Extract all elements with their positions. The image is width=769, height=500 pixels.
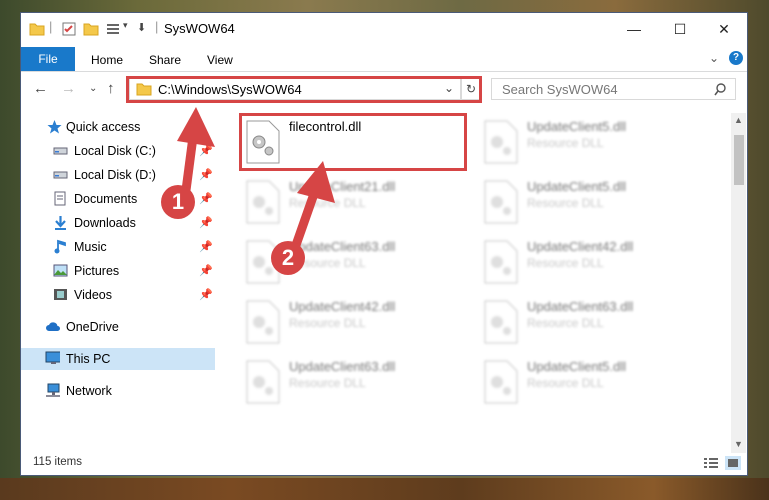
window-title: SysWOW64 <box>164 21 235 36</box>
tab-file[interactable]: File <box>21 47 75 71</box>
music-icon <box>54 239 66 254</box>
desktop-background <box>0 478 769 500</box>
file-type: Resource DLL <box>289 316 366 330</box>
download-icon <box>55 216 66 230</box>
file-type: Resource DLL <box>527 136 604 150</box>
drive-icon <box>53 147 68 155</box>
sidebar-item-label: OneDrive <box>66 320 119 334</box>
address-highlight-box <box>126 76 482 103</box>
sidebar-item-label: This PC <box>66 352 111 366</box>
search-icon <box>714 83 726 96</box>
recent-locations-icon[interactable]: ⌄ <box>89 83 97 94</box>
chevron-down-icon[interactable]: ▾ <box>123 20 128 31</box>
search-placeholder: Search SysWOW64 <box>502 82 618 97</box>
sidebar-item-label: Local Disk (C:) <box>74 144 156 158</box>
scroll-up-icon[interactable]: ▲ <box>734 115 743 125</box>
step-2-badge: 2 <box>271 241 305 275</box>
file-name: UpdateClient5.dll <box>527 119 627 134</box>
file-name: UpdateClient63.dll <box>289 359 396 374</box>
separator: | <box>155 19 159 34</box>
dll-file-icon <box>246 300 280 344</box>
step-1-badge: 1 <box>161 185 195 219</box>
file-type: Resource DLL <box>289 376 366 390</box>
sidebar-item-music[interactable]: Music 📌 <box>21 236 215 258</box>
up-icon[interactable]: ↑ <box>107 80 115 97</box>
file-type: Resource DLL <box>527 256 604 270</box>
ribbon-tabs: File Home Share View ⌄ ? <box>21 45 747 72</box>
file-name: UpdateClient42.dll <box>527 239 634 254</box>
cloud-icon <box>46 322 60 331</box>
pin-icon[interactable]: 📌 <box>199 264 213 277</box>
file-item[interactable]: UpdateClient5.dll Resource DLL <box>479 357 707 409</box>
file-item[interactable]: UpdateClient5.dll Resource DLL <box>479 177 707 229</box>
customize-icon[interactable] <box>105 21 121 37</box>
tab-home[interactable]: Home <box>91 53 123 67</box>
item-count: 115 items <box>33 456 83 468</box>
pin-icon[interactable]: 📌 <box>199 240 213 253</box>
sidebar-item-pictures[interactable]: Pictures 📌 <box>21 260 215 282</box>
file-type: Resource DLL <box>527 196 604 210</box>
drive-icon <box>53 171 68 179</box>
star-icon <box>47 120 62 134</box>
dll-file-icon <box>484 180 518 224</box>
pin-toolbar-icon[interactable]: ⬇ <box>137 21 146 34</box>
pin-icon[interactable]: 📌 <box>199 288 213 301</box>
sidebar-item-label: Videos <box>74 288 112 302</box>
scroll-down-icon[interactable]: ▼ <box>734 439 743 449</box>
tab-view[interactable]: View <box>207 53 233 67</box>
dll-file-icon <box>484 300 518 344</box>
file-item[interactable]: UpdateClient42.dll Resource DLL <box>241 297 469 349</box>
forward-icon[interactable]: → <box>61 80 76 97</box>
title-bar: | ▾ ⬇ | SysWOW64 — ☐ ✕ <box>21 13 747 45</box>
dll-file-icon <box>484 360 518 404</box>
sidebar-item-label: Documents <box>74 192 138 206</box>
back-icon[interactable]: ← <box>33 80 48 97</box>
sidebar-item-label: Quick access <box>66 120 141 134</box>
sidebar-item-this-pc[interactable]: This PC <box>21 348 215 370</box>
sidebar-item-videos[interactable]: Videos 📌 <box>21 284 215 306</box>
search-input[interactable]: Search SysWOW64 <box>491 78 736 100</box>
vertical-scrollbar[interactable]: ▲ ▼ <box>731 113 746 453</box>
close-button[interactable]: ✕ <box>701 13 747 45</box>
new-folder-icon[interactable] <box>83 21 99 37</box>
documents-icon <box>54 191 66 206</box>
file-item[interactable]: UpdateClient63.dll Resource DLL <box>479 297 707 349</box>
large-icons-view-icon[interactable] <box>725 456 741 470</box>
sidebar-item-label: Music <box>74 240 107 254</box>
sidebar-item-onedrive[interactable]: OneDrive <box>21 316 215 338</box>
separator: | <box>49 19 53 34</box>
file-type: Resource DLL <box>527 316 604 330</box>
sidebar-item-label: Network <box>66 384 112 398</box>
file-name: UpdateClient63.dll <box>527 299 634 314</box>
sidebar-item-label: Pictures <box>74 264 120 278</box>
dll-file-icon <box>484 240 518 284</box>
tab-share[interactable]: Share <box>149 53 181 67</box>
sidebar-item-network[interactable]: Network <box>21 380 215 402</box>
explorer-window: | ▾ ⬇ | SysWOW64 — ☐ ✕ File Home Share V… <box>20 12 748 476</box>
file-name: UpdateClient42.dll <box>289 299 396 314</box>
folder-icon <box>29 23 45 36</box>
computer-icon <box>45 351 60 364</box>
file-item[interactable]: UpdateClient63.dll Resource DLL <box>241 357 469 409</box>
minimize-button[interactable]: — <box>611 13 657 45</box>
dll-file-icon <box>484 120 518 164</box>
maximize-button[interactable]: ☐ <box>657 13 703 45</box>
file-name: UpdateClient5.dll <box>527 179 627 194</box>
details-view-icon[interactable] <box>703 457 719 469</box>
properties-icon[interactable] <box>61 21 77 37</box>
file-type: Resource DLL <box>527 376 604 390</box>
network-icon <box>46 383 60 397</box>
sidebar-item-label: Local Disk (D:) <box>74 168 156 182</box>
scrollbar-thumb[interactable] <box>734 135 744 185</box>
file-item[interactable]: UpdateClient5.dll Resource DLL <box>479 117 707 169</box>
video-icon <box>54 289 67 300</box>
expand-ribbon-icon[interactable]: ⌄ <box>709 51 719 65</box>
pictures-icon <box>53 264 68 277</box>
file-name: UpdateClient5.dll <box>527 359 627 374</box>
file-item[interactable]: UpdateClient42.dll Resource DLL <box>479 237 707 289</box>
sidebar-item-label: Downloads <box>74 216 136 230</box>
help-button[interactable]: ? <box>729 51 743 65</box>
dll-file-icon <box>246 360 280 404</box>
